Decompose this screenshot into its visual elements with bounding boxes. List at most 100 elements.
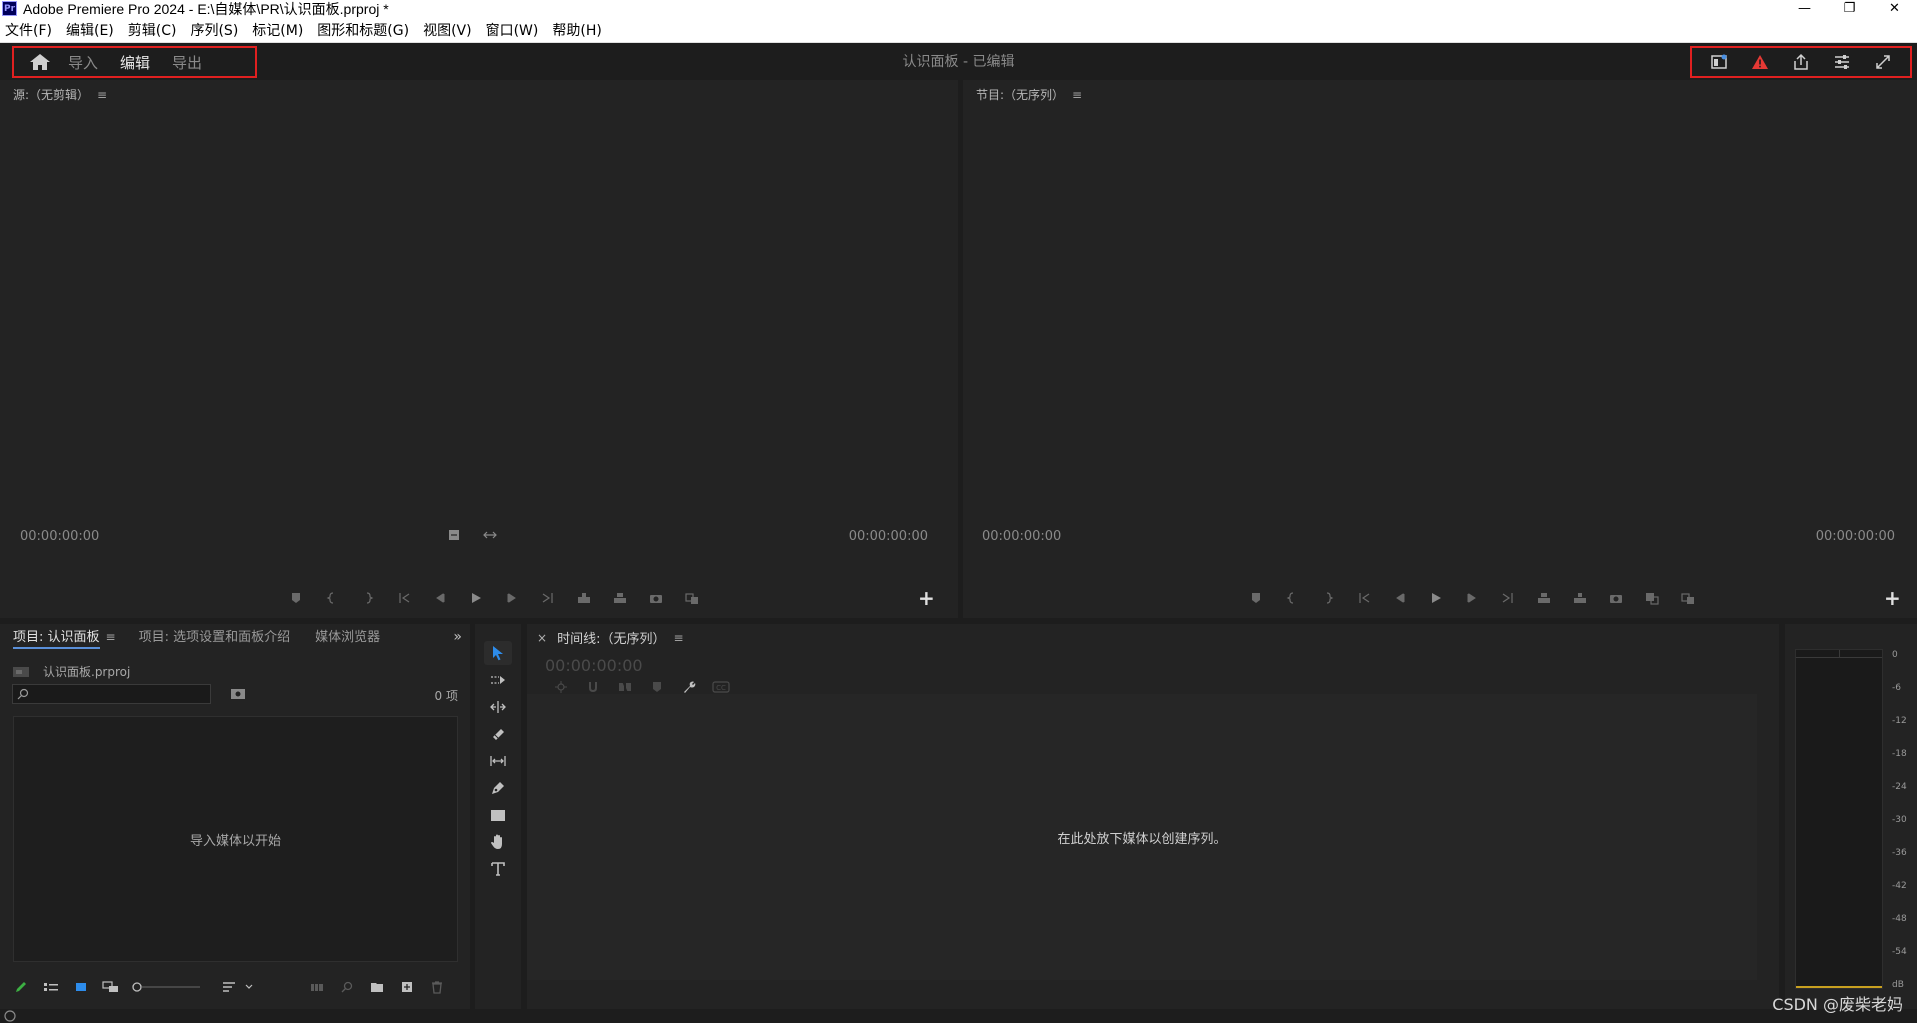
panel-menu-icon[interactable]: ≡	[1072, 88, 1082, 102]
export-frame-icon[interactable]	[646, 590, 666, 606]
go-to-out-icon[interactable]	[538, 590, 558, 606]
panel-menu-icon[interactable]: ≡	[106, 630, 116, 644]
go-to-in-icon[interactable]	[1354, 590, 1374, 606]
slip-tool[interactable]	[484, 749, 512, 773]
menu-markers[interactable]: 标记(M)	[252, 20, 303, 40]
panel-menu-icon[interactable]: ≡	[97, 88, 107, 102]
hand-tool[interactable]	[484, 830, 512, 854]
home-icon[interactable]	[28, 52, 52, 72]
status-icon[interactable]	[3, 1010, 17, 1022]
timeline-timecode[interactable]: 00:00:00:00	[545, 656, 643, 675]
add-button[interactable]: +	[1884, 586, 1901, 610]
freeform-view-icon[interactable]	[102, 979, 120, 995]
panel-menu-icon[interactable]: ≡	[673, 631, 683, 645]
menu-help[interactable]: 帮助(H)	[552, 20, 601, 40]
play-icon[interactable]	[1426, 590, 1446, 606]
program-timecode-left[interactable]: 00:00:00:00	[982, 529, 1061, 544]
db-label: -24	[1892, 782, 1907, 792]
timeline-drop-area[interactable]: 在此处放下媒体以创建序列。	[527, 694, 1757, 980]
tab-import[interactable]: 导入	[68, 52, 98, 73]
tab-project-current[interactable]: 项目: 认识面板	[13, 626, 100, 649]
mark-out-icon[interactable]	[1318, 590, 1338, 606]
close-tab-icon[interactable]: ×	[537, 631, 547, 645]
menu-clip[interactable]: 剪辑(C)	[128, 20, 177, 40]
mark-in-icon[interactable]	[322, 590, 342, 606]
share-icon[interactable]	[1792, 53, 1810, 71]
zoom-slider[interactable]	[132, 981, 202, 993]
compare-icon[interactable]	[1678, 590, 1698, 606]
type-tool[interactable]	[484, 857, 512, 881]
add-button[interactable]: +	[918, 586, 935, 610]
snap-magnet-icon[interactable]	[577, 680, 609, 694]
menu-file[interactable]: 文件(F)	[5, 20, 52, 40]
menu-sequence[interactable]: 序列(S)	[190, 20, 238, 40]
sort-icon[interactable]	[220, 979, 238, 995]
more-panels-icon[interactable]: »	[453, 629, 462, 645]
icon-view-icon[interactable]	[72, 979, 90, 995]
add-marker-icon[interactable]	[1246, 590, 1266, 606]
razor-tool[interactable]	[484, 722, 512, 746]
trash-icon[interactable]	[428, 979, 446, 995]
automate-sequence-icon[interactable]	[308, 979, 326, 995]
warning-icon[interactable]	[1751, 53, 1769, 71]
tab-edit[interactable]: 编辑	[120, 52, 150, 73]
fit-icon[interactable]	[444, 527, 464, 543]
export-frame-icon[interactable]	[1606, 590, 1626, 606]
nest-icon[interactable]	[545, 680, 577, 694]
play-icon[interactable]	[466, 590, 486, 606]
restore-button[interactable]: ❐	[1827, 0, 1872, 17]
source-timecode-left[interactable]: 00:00:00:00	[20, 529, 99, 544]
step-forward-icon[interactable]	[502, 590, 522, 606]
rectangle-tool[interactable]	[484, 803, 512, 827]
step-back-icon[interactable]	[430, 590, 450, 606]
tab-project-options[interactable]: 项目: 选项设置和面板介绍	[139, 626, 291, 649]
step-back-icon[interactable]	[1390, 590, 1410, 606]
project-search-input[interactable]	[12, 684, 211, 704]
find-icon[interactable]	[338, 979, 356, 995]
edit-pencil-icon[interactable]	[12, 979, 30, 995]
project-drop-area[interactable]: 导入媒体以开始	[13, 716, 458, 962]
lift-icon[interactable]	[1534, 590, 1554, 606]
overwrite-icon[interactable]	[610, 590, 630, 606]
menu-graphics[interactable]: 图形和标题(G)	[317, 20, 409, 40]
list-view-icon[interactable]	[42, 979, 60, 995]
wrench-icon[interactable]	[673, 680, 705, 694]
ripple-edit-tool[interactable]	[484, 695, 512, 719]
linked-selection-icon[interactable]	[609, 680, 641, 694]
source-transport-controls	[286, 590, 718, 606]
comparison-view-icon[interactable]	[1642, 590, 1662, 606]
minimize-button[interactable]: —	[1782, 0, 1827, 17]
compare-icon[interactable]	[682, 590, 702, 606]
fullscreen-icon[interactable]	[1874, 53, 1892, 71]
timeline-tab[interactable]: × 时间线:（无序列） ≡	[537, 628, 684, 648]
tab-media-browser[interactable]: 媒体浏览器	[315, 626, 380, 649]
tab-export[interactable]: 导出	[172, 52, 202, 73]
extract-icon[interactable]	[1570, 590, 1590, 606]
type-icon	[491, 862, 505, 876]
close-button[interactable]: ✕	[1872, 0, 1917, 17]
chevron-down-icon[interactable]	[240, 979, 258, 995]
workspaces-icon[interactable]	[1710, 53, 1728, 71]
menu-window[interactable]: 窗口(W)	[486, 20, 539, 40]
mark-in-icon[interactable]	[1282, 590, 1302, 606]
go-to-in-icon[interactable]	[394, 590, 414, 606]
drag-video-icon[interactable]	[480, 527, 500, 543]
mark-out-icon[interactable]	[358, 590, 378, 606]
track-select-tool[interactable]	[484, 668, 512, 692]
go-to-out-icon[interactable]	[1498, 590, 1518, 606]
settings-sliders-icon[interactable]	[1833, 53, 1851, 71]
new-bin-icon[interactable]	[368, 979, 386, 995]
add-marker-icon[interactable]	[641, 680, 673, 694]
captions-icon[interactable]: CC	[705, 680, 737, 694]
add-marker-icon[interactable]	[286, 590, 306, 606]
menu-edit[interactable]: 编辑(E)	[66, 20, 114, 40]
new-item-icon[interactable]	[398, 979, 416, 995]
db-label: -6	[1892, 683, 1901, 693]
new-search-bin-icon[interactable]	[231, 688, 245, 700]
project-file-icon	[13, 666, 29, 677]
pen-tool[interactable]	[484, 776, 512, 800]
insert-icon[interactable]	[574, 590, 594, 606]
selection-tool[interactable]	[484, 641, 512, 665]
step-forward-icon[interactable]	[1462, 590, 1482, 606]
menu-view[interactable]: 视图(V)	[423, 20, 472, 40]
